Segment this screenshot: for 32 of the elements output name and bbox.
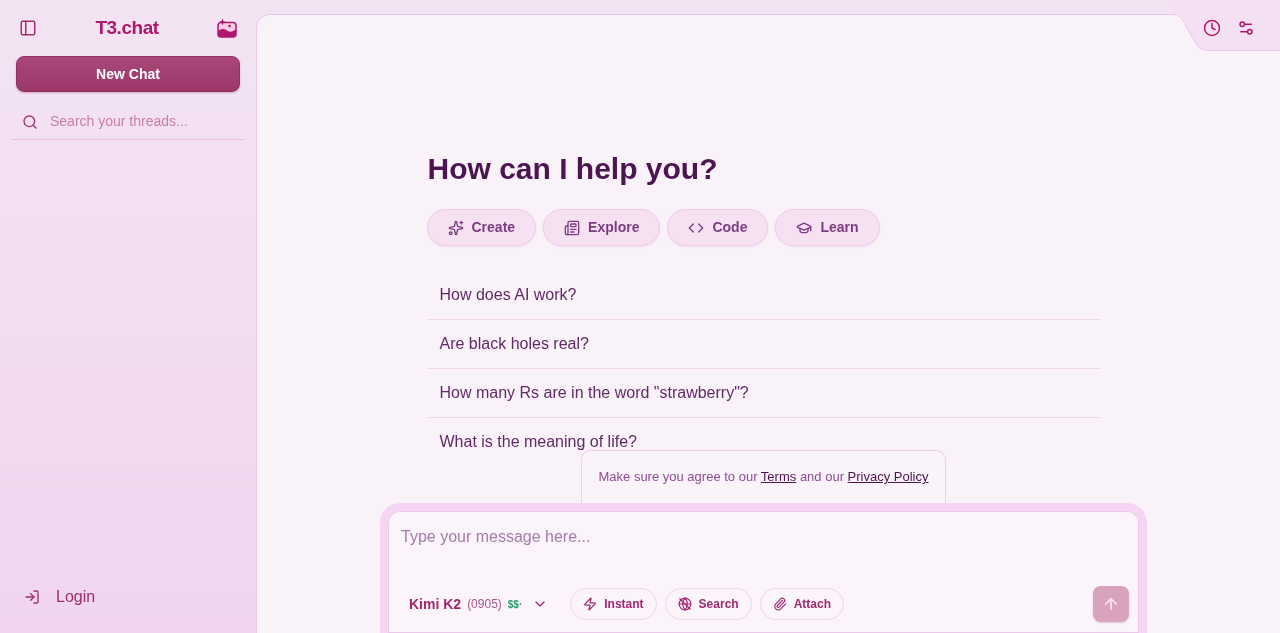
image-sparkle-icon[interactable] xyxy=(217,18,237,38)
lightning-icon xyxy=(583,597,598,611)
legal-link[interactable]: Privacy Policy xyxy=(847,469,929,484)
sidebar-panel-icon[interactable] xyxy=(19,19,37,37)
paperclip-icon xyxy=(772,597,787,611)
suggestion-item[interactable]: Are black holes real? xyxy=(439,334,589,354)
suggestion-item[interactable]: How does AI work? xyxy=(439,285,577,305)
category-button[interactable]: Learn xyxy=(775,209,880,246)
new-chat-button[interactable]: New Chat xyxy=(16,56,240,92)
message-composer[interactable]: Type your message here... Kimi K2 (0905) $$· Instant Search Attach xyxy=(380,503,1147,633)
welcome-heading: How can I help you? xyxy=(427,151,718,187)
sparkles-icon xyxy=(447,219,464,236)
suggestion-item[interactable]: How many Rs are in the word "strawberry"? xyxy=(439,383,749,403)
cost-indicator: $$· xyxy=(507,597,523,612)
message-input[interactable]: Type your message here... xyxy=(401,527,1129,575)
newspaper-icon xyxy=(564,219,581,236)
terms-notice: Make sure you agree to our Terms and our Privacy Policy xyxy=(598,468,929,486)
sliders-icon[interactable] xyxy=(1237,19,1255,37)
suggestion-item[interactable]: What is the meaning of life? xyxy=(439,432,637,452)
app-logo: T3.chat xyxy=(95,15,159,40)
model-selector[interactable]: Kimi K2 (0905) $$· xyxy=(401,588,557,620)
category-button[interactable]: Explore xyxy=(543,209,661,246)
globe-slash-icon xyxy=(677,597,692,611)
search-icon xyxy=(22,113,38,130)
category-button[interactable]: Create xyxy=(426,209,537,246)
category-button[interactable]: Code xyxy=(667,209,769,246)
legal-link[interactable]: Terms xyxy=(760,469,797,484)
login-button[interactable]: Login xyxy=(16,575,240,619)
search-input[interactable]: Search your threads... xyxy=(50,111,244,132)
search-field[interactable]: Search your threads... xyxy=(12,104,244,140)
clock-icon[interactable] xyxy=(1203,19,1221,37)
login-icon xyxy=(24,589,40,605)
